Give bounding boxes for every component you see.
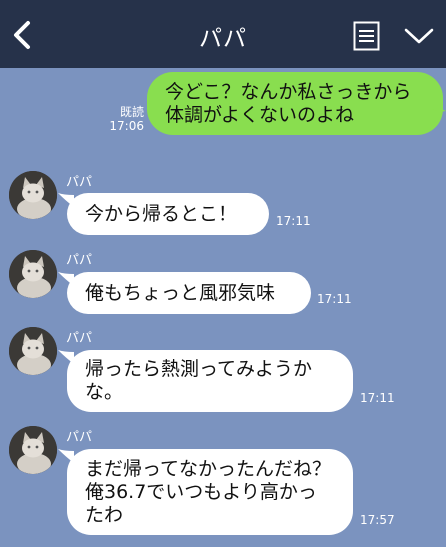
avatar[interactable] [9,327,57,375]
cat-avatar [9,171,57,219]
sender-name: パパ [66,175,93,190]
incoming-message-bubble[interactable]: まだ帰ってなかったんだね？俺36.7でいつもより高かったわ [67,449,353,535]
avatar[interactable] [9,171,57,219]
sender-name: パパ [66,253,93,268]
notes-icon [353,21,380,51]
chevron-down-icon [404,28,434,44]
cat-avatar [9,426,57,474]
chat-header: パパ [0,0,446,68]
sender-name: パパ [66,430,93,445]
incoming-message-bubble[interactable]: 今から帰るとこ！ [67,193,269,235]
sender-name: パパ [66,331,93,346]
notes-button[interactable] [353,21,380,51]
read-label: 既読 [119,105,144,119]
message-time: 17:06 [109,119,144,133]
menu-toggle-button[interactable] [403,26,435,46]
cat-avatar [9,250,57,298]
message-time: 17:11 [360,391,395,405]
incoming-message-bubble[interactable]: 俺もちょっと風邪気味 [67,272,311,314]
cat-avatar [9,327,57,375]
avatar[interactable] [9,250,57,298]
read-receipt: 既読 17:06 [100,105,144,133]
incoming-message-bubble[interactable]: 帰ったら熱測ってみようかな。 [67,350,353,412]
avatar[interactable] [9,426,57,474]
message-time: 17:57 [360,513,395,527]
message-time: 17:11 [317,292,352,306]
message-time: 17:11 [276,214,311,228]
outgoing-message-bubble[interactable]: 今どこ？なんか私さっきから体調がよくないのよね [147,72,443,135]
bubble-tail [430,95,446,112]
